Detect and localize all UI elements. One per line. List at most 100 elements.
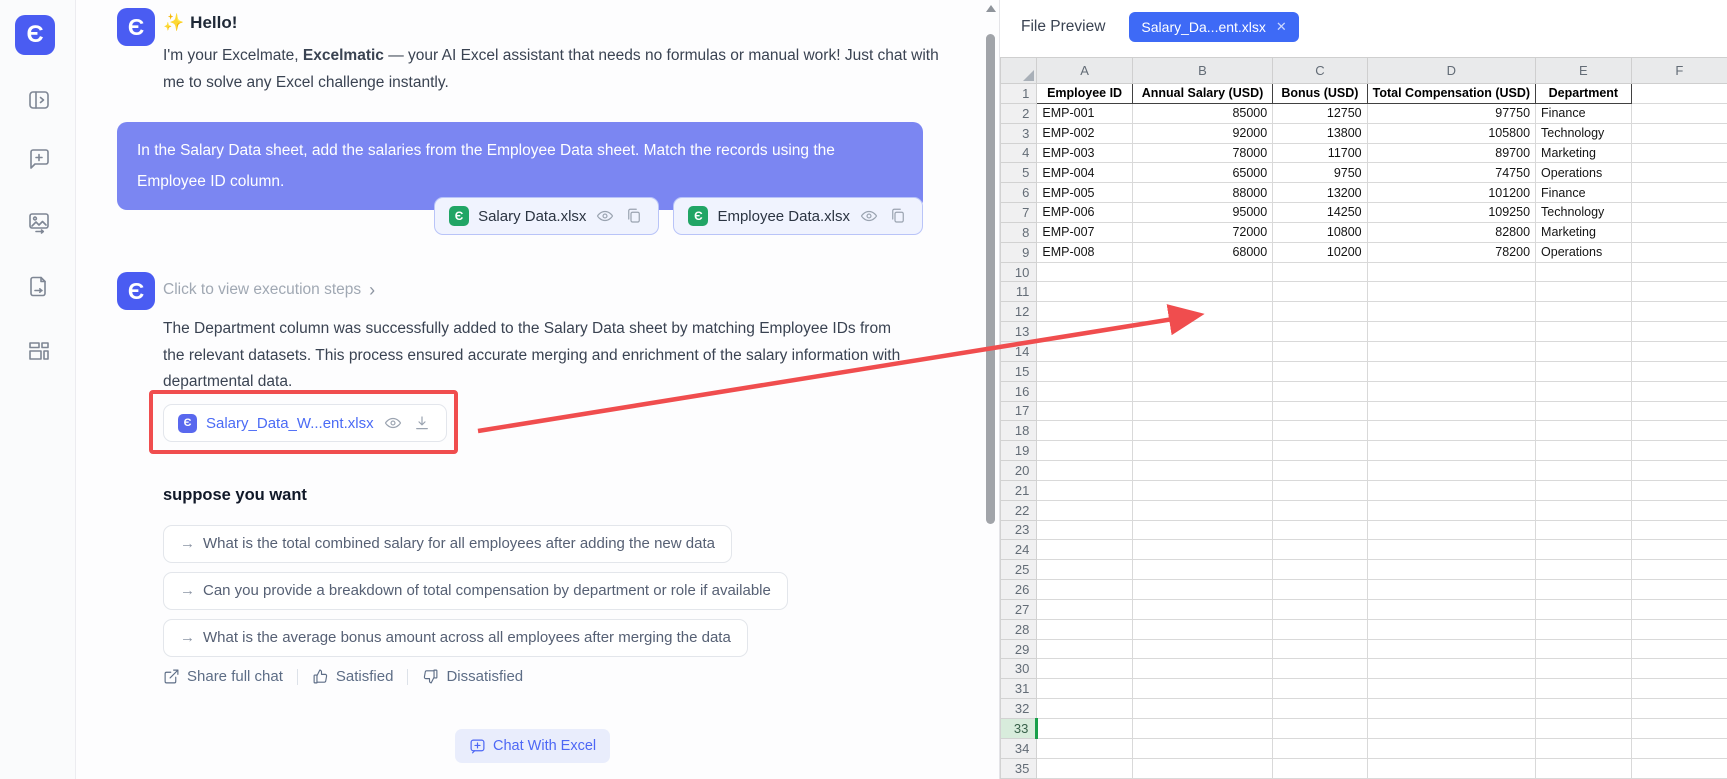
cell[interactable]: Employee ID	[1037, 84, 1132, 104]
cell[interactable]	[1367, 738, 1535, 758]
cell[interactable]	[1367, 441, 1535, 461]
cell[interactable]: 105800	[1367, 123, 1535, 143]
cell[interactable]: 109250	[1367, 203, 1535, 223]
cell[interactable]: 12750	[1273, 103, 1367, 123]
copy-icon[interactable]	[624, 206, 644, 226]
cell[interactable]	[1037, 758, 1132, 778]
cell[interactable]	[1631, 480, 1727, 500]
chat-with-excel-button[interactable]: Chat With Excel	[455, 729, 610, 763]
cell[interactable]	[1536, 520, 1632, 540]
spreadsheet-viewport[interactable]: ABCDEF1Employee IDAnnual Salary (USD)Bon…	[1000, 57, 1727, 779]
cell[interactable]	[1273, 322, 1367, 342]
cell[interactable]: EMP-002	[1037, 123, 1132, 143]
cell[interactable]	[1536, 738, 1632, 758]
sessions-panel-icon[interactable]	[26, 87, 52, 113]
cell[interactable]	[1631, 361, 1727, 381]
cell[interactable]	[1367, 381, 1535, 401]
row-header[interactable]: 19	[1001, 441, 1037, 461]
image-convert-icon[interactable]	[26, 210, 52, 236]
cell[interactable]	[1132, 361, 1272, 381]
suggestion-button[interactable]: →What is the average bonus amount across…	[163, 619, 748, 657]
cell[interactable]	[1631, 84, 1727, 104]
column-header[interactable]: F	[1631, 58, 1727, 84]
cell[interactable]	[1132, 302, 1272, 322]
cell[interactable]	[1273, 341, 1367, 361]
row-header[interactable]: 23	[1001, 520, 1037, 540]
cell[interactable]: EMP-005	[1037, 183, 1132, 203]
cell[interactable]	[1132, 679, 1272, 699]
cell[interactable]: 78200	[1367, 242, 1535, 262]
spreadsheet-grid[interactable]: ABCDEF1Employee IDAnnual Salary (USD)Bon…	[1000, 57, 1727, 779]
cell[interactable]: Total Compensation (USD)	[1367, 84, 1535, 104]
cell[interactable]: EMP-007	[1037, 222, 1132, 242]
cell[interactable]	[1037, 540, 1132, 560]
cell[interactable]	[1631, 222, 1727, 242]
cell[interactable]	[1536, 580, 1632, 600]
cell[interactable]	[1631, 500, 1727, 520]
row-header[interactable]: 31	[1001, 679, 1037, 699]
cell[interactable]	[1536, 599, 1632, 619]
cell[interactable]	[1273, 659, 1367, 679]
cell[interactable]	[1367, 401, 1535, 421]
cell[interactable]	[1631, 719, 1727, 739]
cell[interactable]	[1367, 679, 1535, 699]
cell[interactable]	[1132, 719, 1272, 739]
row-header[interactable]: 32	[1001, 699, 1037, 719]
cell[interactable]	[1631, 639, 1727, 659]
cell[interactable]	[1132, 560, 1272, 580]
cell[interactable]	[1132, 421, 1272, 441]
cell[interactable]: 92000	[1132, 123, 1272, 143]
column-header[interactable]: B	[1132, 58, 1272, 84]
cell[interactable]: 13800	[1273, 123, 1367, 143]
row-header[interactable]: 10	[1001, 262, 1037, 282]
cell[interactable]: Marketing	[1536, 143, 1632, 163]
cell[interactable]	[1536, 540, 1632, 560]
cell[interactable]: EMP-004	[1037, 163, 1132, 183]
cell[interactable]	[1367, 480, 1535, 500]
row-header[interactable]: 20	[1001, 461, 1037, 481]
cell[interactable]	[1037, 500, 1132, 520]
cell[interactable]	[1367, 560, 1535, 580]
cell[interactable]	[1536, 639, 1632, 659]
cell[interactable]	[1631, 143, 1727, 163]
cell[interactable]	[1273, 560, 1367, 580]
cell[interactable]	[1273, 639, 1367, 659]
cell[interactable]: Operations	[1536, 242, 1632, 262]
cell[interactable]	[1132, 401, 1272, 421]
preview-eye-icon[interactable]	[383, 413, 403, 433]
cell[interactable]	[1631, 699, 1727, 719]
cell[interactable]: Operations	[1536, 163, 1632, 183]
row-header[interactable]: 2	[1001, 103, 1037, 123]
cell[interactable]	[1132, 520, 1272, 540]
cell[interactable]	[1273, 520, 1367, 540]
cell[interactable]	[1631, 560, 1727, 580]
cell[interactable]	[1367, 639, 1535, 659]
cell[interactable]	[1536, 699, 1632, 719]
row-header[interactable]: 9	[1001, 242, 1037, 262]
cell[interactable]: 101200	[1367, 183, 1535, 203]
preview-file-tab[interactable]: Salary_Da...ent.xlsx ✕	[1129, 12, 1298, 42]
cell[interactable]	[1536, 480, 1632, 500]
cell[interactable]: 97750	[1367, 103, 1535, 123]
suggestion-button[interactable]: →What is the total combined salary for a…	[163, 525, 732, 563]
cell[interactable]	[1631, 619, 1727, 639]
cell[interactable]: EMP-006	[1037, 203, 1132, 223]
cell[interactable]	[1536, 401, 1632, 421]
row-header[interactable]: 33	[1001, 719, 1037, 739]
cell[interactable]	[1367, 758, 1535, 778]
row-header[interactable]: 11	[1001, 282, 1037, 302]
cell[interactable]	[1132, 322, 1272, 342]
cell[interactable]: 13200	[1273, 183, 1367, 203]
cell[interactable]	[1132, 381, 1272, 401]
cell[interactable]: Finance	[1536, 183, 1632, 203]
cell[interactable]	[1037, 401, 1132, 421]
cell[interactable]	[1367, 520, 1535, 540]
cell[interactable]	[1273, 719, 1367, 739]
cell[interactable]	[1631, 540, 1727, 560]
cell[interactable]	[1536, 262, 1632, 282]
cell[interactable]	[1367, 361, 1535, 381]
cell[interactable]	[1536, 361, 1632, 381]
cell[interactable]	[1037, 421, 1132, 441]
cell[interactable]	[1631, 282, 1727, 302]
cell[interactable]	[1631, 679, 1727, 699]
